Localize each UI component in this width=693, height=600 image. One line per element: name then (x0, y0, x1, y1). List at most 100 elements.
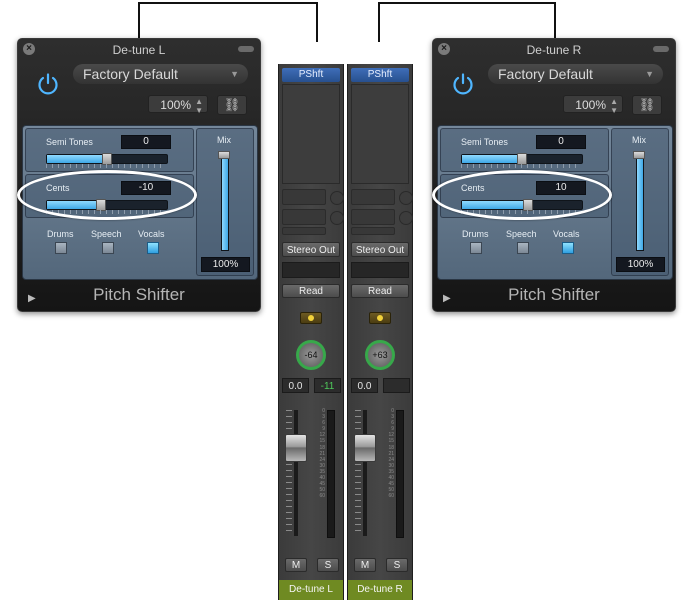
vocals-checkbox[interactable] (562, 242, 574, 254)
cents-ticks (46, 210, 166, 214)
send-slot[interactable] (351, 227, 395, 235)
mix-section: Mix 100% (611, 128, 669, 276)
send-knob[interactable] (330, 211, 344, 225)
plugin-panel: Semi Tones 0 Cents -10 Drums Speech Voca… (22, 125, 258, 280)
semitones-slider[interactable] (46, 153, 168, 165)
cents-slider[interactable] (461, 199, 583, 211)
zoom-field[interactable]: 100% ▲ ▼ (563, 95, 623, 115)
insert-slot-area[interactable] (351, 84, 409, 184)
volume-readout: 0.0 (351, 378, 378, 393)
semitones-value[interactable]: 0 (536, 135, 586, 149)
solo-button[interactable]: S (386, 558, 408, 572)
preset-dropdown[interactable]: Factory Default ▼ (488, 64, 663, 84)
mute-button[interactable]: M (285, 558, 307, 572)
send-slot[interactable] (282, 189, 326, 205)
record-enable-button[interactable] (369, 312, 391, 324)
level-meter (327, 410, 335, 538)
mute-button[interactable]: M (354, 558, 376, 572)
track-name[interactable]: De-tune R (348, 580, 412, 600)
pan-knob[interactable]: -64 (296, 340, 326, 370)
semitones-ticks (46, 164, 166, 168)
level-meter (396, 410, 404, 538)
window-pill-button[interactable] (238, 46, 254, 52)
cents-value[interactable]: 10 (536, 181, 586, 195)
vocals-label: Vocals (138, 229, 165, 239)
send-slot[interactable] (282, 209, 326, 225)
insert-slot-pshft[interactable]: PShft (351, 68, 409, 82)
db-label: 60 (319, 493, 325, 500)
preset-dropdown[interactable]: Factory Default ▼ (73, 64, 248, 84)
window-pill-button[interactable] (653, 46, 669, 52)
output-button[interactable]: Stereo Out (282, 242, 340, 257)
record-enable-button[interactable] (300, 312, 322, 324)
send-slot[interactable] (351, 189, 395, 205)
cents-slider[interactable] (46, 199, 168, 211)
vocals-checkbox[interactable] (147, 242, 159, 254)
link-icon[interactable]: ⛓ (217, 95, 247, 115)
plugin-window-left: × De-tune L Factory Default ▼ 100% ▲ ▼ ⛓ … (17, 38, 261, 312)
insert-slot-area[interactable] (282, 84, 340, 184)
stepper-icon[interactable]: ▲ ▼ (610, 96, 618, 115)
speech-checkbox[interactable] (102, 242, 114, 254)
volume-readout: 0.0 (282, 378, 309, 393)
volume-fader-cap[interactable] (285, 434, 307, 462)
peak-readout: -11 (314, 378, 341, 393)
mix-section: Mix 100% (196, 128, 254, 276)
semitones-section: Semi Tones 0 (440, 128, 609, 172)
mix-slider-fill (222, 154, 228, 250)
cents-slider-fill (47, 201, 101, 209)
cents-value[interactable]: -10 (121, 181, 171, 195)
peak-readout (383, 378, 410, 393)
stepper-icon[interactable]: ▲ ▼ (195, 96, 203, 115)
automation-button[interactable]: Read (351, 284, 409, 298)
semitones-section: Semi Tones 0 (25, 128, 194, 172)
send-knob[interactable] (399, 211, 413, 225)
cents-label: Cents (461, 183, 485, 193)
power-icon[interactable] (36, 72, 60, 96)
semitones-label: Semi Tones (461, 137, 508, 147)
send-slot[interactable] (351, 209, 395, 225)
chevron-down-icon: ▼ (230, 69, 239, 79)
mix-slider-fill (637, 154, 643, 250)
cents-section: Cents -10 (25, 174, 194, 218)
zoom-field[interactable]: 100% ▲ ▼ (148, 95, 208, 115)
insert-slot-pshft[interactable]: PShft (282, 68, 340, 82)
solo-button[interactable]: S (317, 558, 339, 572)
semitones-value[interactable]: 0 (121, 135, 171, 149)
plugin-title: De-tune L (112, 43, 166, 57)
mix-slider-thumb[interactable] (218, 151, 230, 159)
drums-checkbox[interactable] (55, 242, 67, 254)
link-icon[interactable]: ⛓ (632, 95, 662, 115)
send-knob[interactable] (330, 191, 344, 205)
drums-checkbox[interactable] (470, 242, 482, 254)
connector-line-right (378, 2, 556, 42)
mix-slider[interactable] (221, 153, 229, 251)
automation-button[interactable]: Read (282, 284, 340, 298)
fader-track[interactable] (363, 410, 367, 536)
vocals-label: Vocals (553, 229, 580, 239)
pan-knob[interactable]: +63 (365, 340, 395, 370)
power-icon[interactable] (451, 72, 475, 96)
mix-slider-thumb[interactable] (633, 151, 645, 159)
output-button[interactable]: Stereo Out (351, 242, 409, 257)
speech-label: Speech (506, 229, 537, 239)
semitones-slider-fill (47, 155, 107, 163)
mix-slider[interactable] (636, 153, 644, 251)
drums-label: Drums (47, 229, 74, 239)
speech-label: Speech (91, 229, 122, 239)
mix-value[interactable]: 100% (616, 257, 665, 272)
db-scale: 0 3 6 9 12 15 18 21 24 30 35 40 45 50 60 (313, 408, 325, 499)
speech-checkbox[interactable] (517, 242, 529, 254)
group-slot[interactable] (282, 262, 340, 278)
mix-value[interactable]: 100% (201, 257, 250, 272)
volume-fader-cap[interactable] (354, 434, 376, 462)
group-slot[interactable] (351, 262, 409, 278)
send-slot[interactable] (282, 227, 326, 235)
fader-track[interactable] (294, 410, 298, 536)
db-scale: 0 3 6 9 12 15 18 21 24 30 35 40 45 50 60 (382, 408, 394, 499)
track-name[interactable]: De-tune L (279, 580, 343, 600)
send-knob[interactable] (399, 191, 413, 205)
channel-strip-left: PShft Stereo Out Read -64 0.0 -11 0 3 6 … (278, 64, 344, 600)
semitones-ticks (461, 164, 581, 168)
semitones-slider[interactable] (461, 153, 583, 165)
